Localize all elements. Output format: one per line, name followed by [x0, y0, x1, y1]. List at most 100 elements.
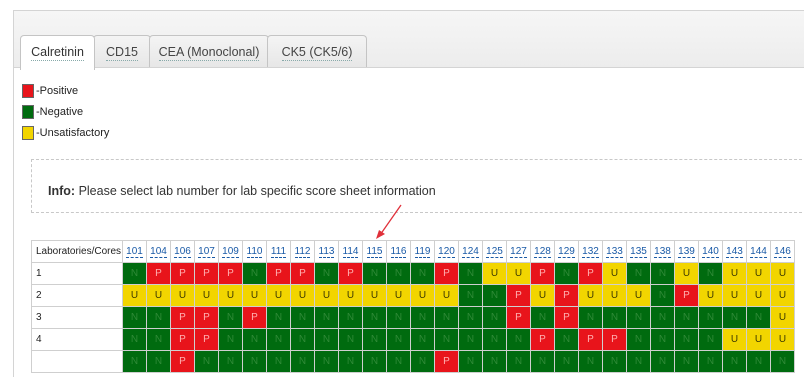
lab-number-header[interactable]: 132 [578, 240, 603, 263]
score-cell: U [746, 284, 771, 307]
lab-number-header[interactable]: 106 [170, 240, 195, 263]
score-cell: U [434, 284, 459, 307]
lab-number-link[interactable]: 113 [318, 246, 335, 258]
lab-number-header[interactable]: 120 [434, 240, 459, 263]
score-cell: U [194, 284, 219, 307]
score-cell: N [482, 284, 507, 307]
score-cell: P [674, 284, 699, 307]
score-cell: N [146, 350, 171, 373]
score-cell: N [410, 306, 435, 329]
lab-number-header[interactable]: 119 [410, 240, 435, 263]
score-cell: N [602, 306, 627, 329]
score-cell: N [578, 350, 603, 373]
legend-label: -Unsatisfactory [36, 126, 110, 139]
score-cell: P [194, 262, 219, 285]
table-row: 1NPPPPNPPNPNNNPNUUPNPUNNUNUUU [31, 262, 795, 285]
tab-cea-monoclonal[interactable]: CEA (Monoclonal) [149, 35, 269, 69]
lab-number-header[interactable]: 146 [770, 240, 795, 263]
lab-number-link[interactable]: 112 [294, 246, 311, 258]
lab-number-link[interactable]: 125 [486, 246, 503, 258]
lab-number-header[interactable]: 127 [506, 240, 531, 263]
score-cell: N [122, 262, 147, 285]
score-cell: P [506, 306, 531, 329]
lab-number-link[interactable]: 140 [702, 246, 719, 258]
score-cell: N [458, 306, 483, 329]
lab-number-header[interactable]: 144 [746, 240, 771, 263]
score-cell: U [722, 284, 747, 307]
lab-number-link[interactable]: 114 [342, 246, 359, 258]
lab-number-header[interactable]: 135 [626, 240, 651, 263]
lab-number-header[interactable]: 110 [242, 240, 267, 263]
lab-number-header[interactable]: 101 [122, 240, 147, 263]
lab-number-link[interactable]: 143 [726, 246, 743, 258]
lab-number-header[interactable]: 104 [146, 240, 171, 263]
lab-number-header[interactable]: 140 [698, 240, 723, 263]
lab-number-header[interactable]: 125 [482, 240, 507, 263]
legend-label: -Negative [36, 105, 84, 118]
lab-number-link[interactable]: 107 [198, 246, 215, 258]
lab-number-link[interactable]: 135 [630, 246, 647, 258]
row-label: 3 [31, 306, 123, 329]
lab-number-header[interactable]: 143 [722, 240, 747, 263]
lab-number-header[interactable]: 109 [218, 240, 243, 263]
score-cell: N [626, 306, 651, 329]
score-cell: P [554, 284, 579, 307]
lab-number-link[interactable]: 127 [510, 246, 527, 258]
lab-number-header[interactable]: 124 [458, 240, 483, 263]
lab-number-link[interactable]: 139 [678, 246, 695, 258]
lab-number-header[interactable]: 116 [386, 240, 411, 263]
lab-number-link[interactable]: 144 [750, 246, 767, 258]
lab-number-header[interactable]: 113 [314, 240, 339, 263]
lab-number-header[interactable]: 138 [650, 240, 675, 263]
lab-number-header[interactable]: 139 [674, 240, 699, 263]
lab-number-link[interactable]: 101 [126, 246, 143, 258]
lab-number-link[interactable]: 120 [438, 246, 455, 258]
lab-number-link[interactable]: 128 [534, 246, 551, 258]
score-cell: N [314, 306, 339, 329]
score-cell: N [362, 262, 387, 285]
lab-number-link[interactable]: 116 [390, 246, 407, 258]
lab-number-header[interactable]: 128 [530, 240, 555, 263]
lab-number-header[interactable]: 114 [338, 240, 363, 263]
lab-number-link[interactable]: 109 [222, 246, 239, 258]
tab-calretinin[interactable]: Calretinin [20, 35, 95, 70]
lab-number-link[interactable]: 132 [582, 246, 599, 258]
lab-number-link[interactable]: 133 [606, 246, 623, 258]
lab-number-link[interactable]: 129 [558, 246, 575, 258]
score-cell: U [698, 284, 723, 307]
lab-number-link[interactable]: 119 [414, 246, 431, 258]
score-cell: N [242, 328, 267, 351]
score-cell: U [770, 328, 795, 351]
lab-number-header[interactable]: 107 [194, 240, 219, 263]
lab-number-link[interactable]: 106 [174, 246, 191, 258]
score-cell: P [266, 262, 291, 285]
score-cell: P [146, 262, 171, 285]
lab-number-header[interactable]: 111 [266, 240, 291, 263]
legend-swatch [22, 125, 34, 140]
lab-number-header[interactable]: 112 [290, 240, 315, 263]
lab-number-link[interactable]: 111 [270, 246, 287, 258]
tab-label: CK5 (CK5/6) [281, 45, 353, 61]
lab-number-link[interactable]: 110 [246, 246, 263, 258]
info-message: Info: Please select lab number for lab s… [48, 184, 436, 198]
lab-number-header[interactable]: 115 [362, 240, 387, 263]
score-cell: U [770, 306, 795, 329]
lab-number-link[interactable]: 138 [654, 246, 671, 258]
lab-number-link[interactable]: 146 [774, 246, 791, 258]
score-cell: U [674, 262, 699, 285]
tab-cd15[interactable]: CD15 [93, 35, 151, 69]
lab-number-header[interactable]: 133 [602, 240, 627, 263]
lab-number-link[interactable]: 104 [150, 246, 167, 258]
score-cell: N [386, 306, 411, 329]
lab-number-link[interactable]: 124 [462, 246, 479, 258]
score-cell: U [170, 284, 195, 307]
header-row: Laboratories/Cores 101 104 106 107 109 110 111… [31, 240, 795, 263]
score-cell: N [434, 328, 459, 351]
tab-ck5[interactable]: CK5 (CK5/6) [267, 35, 367, 69]
score-cell: N [122, 350, 147, 373]
lab-number-link[interactable]: 115 [366, 246, 383, 258]
score-cell: U [290, 284, 315, 307]
score-cell: N [386, 350, 411, 373]
score-cell: N [578, 306, 603, 329]
lab-number-header[interactable]: 129 [554, 240, 579, 263]
